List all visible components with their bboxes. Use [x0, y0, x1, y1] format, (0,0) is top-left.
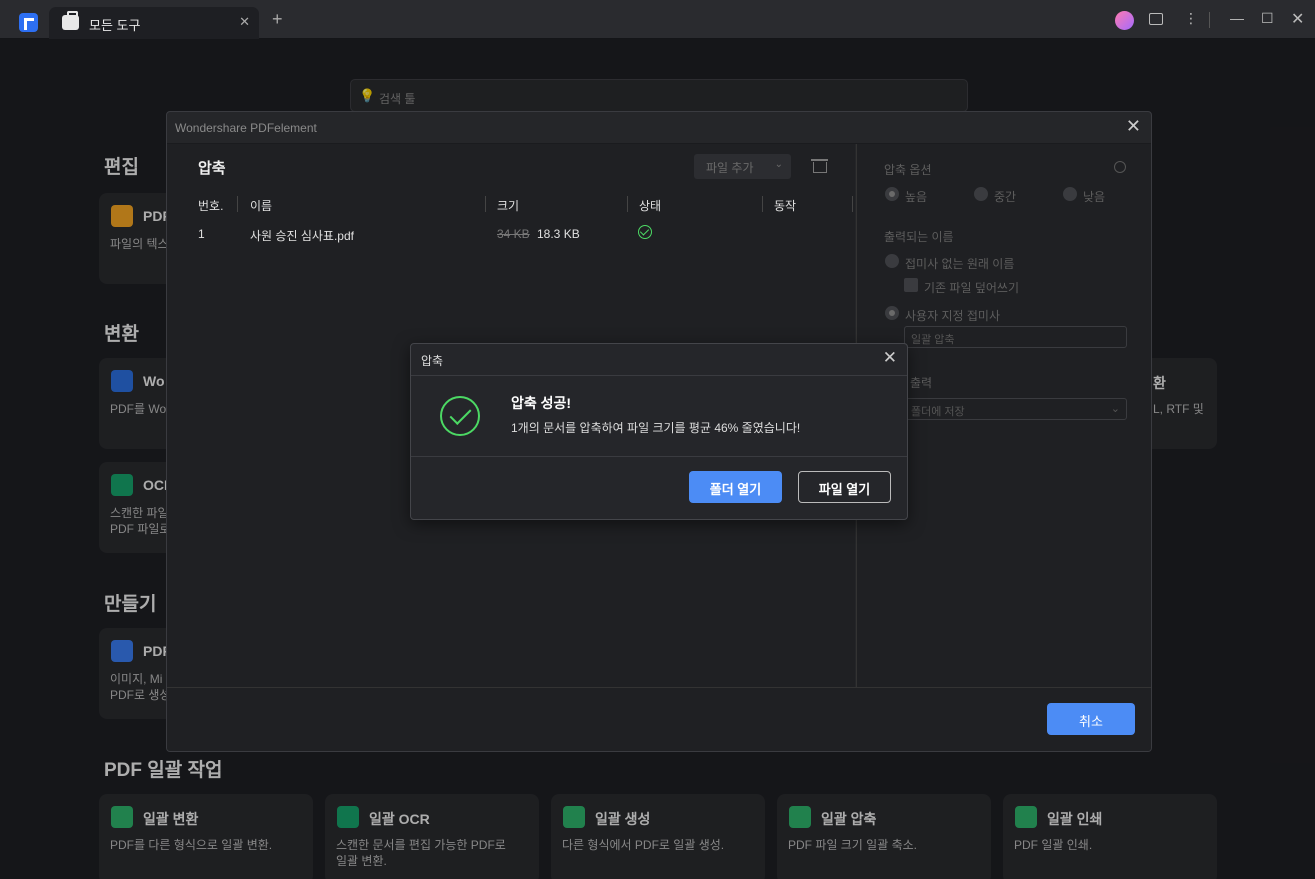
add-file-button[interactable]: 파일 추가 ⌄: [694, 154, 791, 179]
chevron-down-icon: ⌄: [1110, 403, 1120, 415]
open-file-button[interactable]: 파일 열기: [798, 471, 891, 503]
maximize-icon[interactable]: ☐: [1261, 10, 1274, 27]
original-name-radio[interactable]: [885, 254, 899, 268]
message-text: 1개의 문서를 압축하여 파일 크기를 평균 46% 줄였습니다!: [511, 421, 801, 435]
column-status: 상태: [639, 199, 662, 213]
divider: [762, 196, 763, 212]
divider: [485, 196, 486, 212]
divider: [411, 375, 907, 376]
output-select[interactable]: 폴더에 저장 ⌄: [904, 398, 1127, 420]
success-check-icon: [440, 396, 480, 436]
quality-high-label: 높음: [905, 190, 928, 204]
divider: [411, 456, 907, 457]
add-file-label: 파일 추가: [706, 161, 754, 175]
original-name-label: 접미사 없는 원래 이름: [905, 257, 1015, 271]
tab-label: 모든 도구: [89, 18, 141, 33]
close-icon[interactable]: ✕: [1126, 116, 1141, 137]
suffix-input[interactable]: 일괄 압축: [904, 326, 1127, 348]
output-name-label: 출력되는 이름: [884, 230, 954, 244]
tab-all-tools[interactable]: 모든 도구 ✕: [49, 7, 259, 39]
title-bar: 모든 도구 ✕ + ⋮ — ☐ ✕: [0, 0, 1315, 39]
row-old-size: 34 KB: [497, 227, 530, 241]
info-icon[interactable]: [1114, 161, 1126, 173]
column-name: 이름: [250, 199, 273, 213]
quality-medium-radio[interactable]: [974, 187, 988, 201]
column-size: 크기: [497, 199, 520, 213]
close-icon[interactable]: ✕: [883, 348, 897, 368]
tab-close-icon[interactable]: ✕: [239, 14, 250, 30]
overwrite-label: 기존 파일 덮어쓰기: [924, 281, 1019, 295]
divider: [237, 196, 238, 212]
message-title: 압축 성공!: [511, 395, 572, 411]
row-filename: 사원 승진 심사표.pdf: [250, 229, 354, 243]
divider: [1209, 12, 1210, 28]
quality-low-radio[interactable]: [1063, 187, 1077, 201]
more-icon[interactable]: ⋮: [1184, 10, 1198, 27]
avatar[interactable]: [1115, 11, 1134, 30]
quality-medium-label: 중간: [994, 190, 1017, 204]
output-value: 폴더에 저장: [911, 406, 965, 418]
output-label: 출력: [910, 376, 933, 390]
chevron-down-icon: ⌄: [774, 159, 783, 170]
overwrite-checkbox[interactable]: [904, 278, 918, 292]
app-logo-icon: [19, 13, 38, 32]
open-folder-button[interactable]: 폴더 열기: [689, 471, 782, 503]
quality-high-radio[interactable]: [885, 187, 899, 201]
new-tab-icon[interactable]: +: [272, 9, 283, 30]
column-number: 번호.: [198, 199, 224, 213]
window-close-icon[interactable]: ✕: [1291, 9, 1304, 29]
column-action: 동작: [774, 199, 797, 213]
panel-title: 압축: [198, 160, 226, 177]
bottom-bar: 취소: [167, 687, 1151, 751]
window-title: Wondershare PDFelement: [175, 121, 317, 135]
trash-icon[interactable]: [811, 159, 828, 173]
feedback-icon[interactable]: [1149, 13, 1163, 25]
success-check-icon: [638, 225, 652, 239]
quality-low-label: 낮음: [1083, 190, 1106, 204]
minimize-icon[interactable]: —: [1230, 10, 1244, 26]
divider: [627, 196, 628, 212]
custom-suffix-label: 사용자 지정 접미사: [905, 309, 1000, 323]
options-title: 압축 옵션: [884, 163, 932, 177]
row-number: 1: [198, 227, 205, 241]
success-dialog: 압축 ✕ 압축 성공! 1개의 문서를 압축하여 파일 크기를 평균 46% 줄…: [410, 343, 908, 520]
toolbox-icon: [62, 11, 79, 30]
row-new-size: 18.3 KB: [537, 227, 580, 241]
divider: [852, 196, 853, 212]
suffix-value: 일괄 압축: [911, 334, 955, 346]
custom-suffix-radio[interactable]: [885, 306, 899, 320]
cancel-button[interactable]: 취소: [1047, 703, 1135, 735]
dialog-title: 압축: [421, 354, 444, 368]
